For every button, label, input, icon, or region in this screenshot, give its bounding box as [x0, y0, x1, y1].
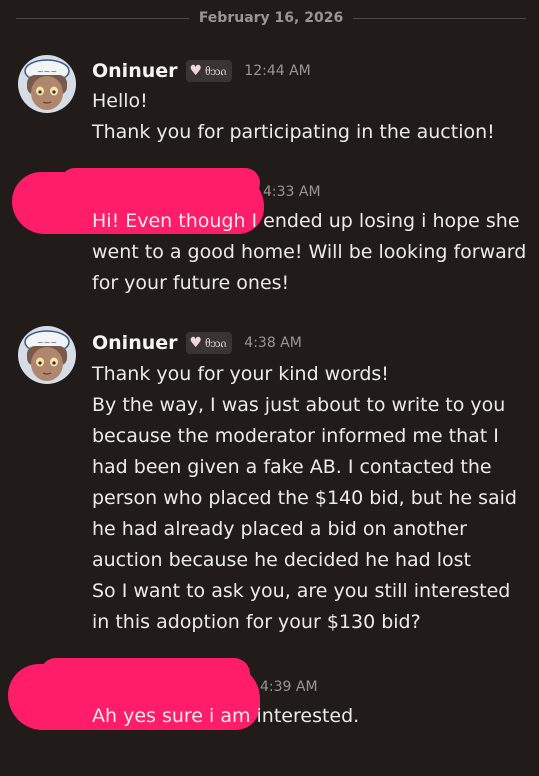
message-line: for your future ones! — [92, 272, 290, 294]
svg-text:~~~: ~~~ — [37, 338, 57, 347]
timestamp: 4:38 AM — [244, 335, 302, 351]
user-tag[interactable]: ♥ ᦲᦘᦵ — [185, 60, 233, 82]
timestamp: 12:44 AM — [244, 63, 311, 79]
message-line: By the way, I was just about to write to… — [92, 394, 506, 416]
message-body: Hello! Thank you for participating in th… — [92, 86, 495, 148]
message-line: Hi! Even though I ended up losing i hope… — [92, 210, 520, 232]
user-tag[interactable]: ♥ ᦲᦘᦵ — [185, 332, 233, 354]
divider-line-left — [16, 17, 189, 19]
avatar-image-icon: ~~~ — [18, 55, 76, 113]
message-line: Ah yes sure i am interested. — [92, 705, 360, 727]
redacted-author-blot — [60, 168, 260, 198]
avatar-image-icon: ~~~ — [18, 326, 76, 384]
heart-icon: ♥ — [189, 335, 203, 351]
svg-text:~~~: ~~~ — [37, 67, 57, 76]
message-line: Thank you for your kind words! — [92, 363, 389, 385]
message-header: Oninuer ♥ ᦲᦘᦵ 12:44 AM — [92, 60, 311, 82]
heart-icon: ♥ — [189, 63, 203, 79]
redacted-author-blot — [40, 658, 250, 690]
timestamp: 4:33 AM — [263, 184, 321, 200]
message-line: Hello! — [92, 90, 148, 112]
message-line: person who placed the $140 bid, but he s… — [92, 487, 517, 509]
timestamp: 4:39 AM — [260, 679, 318, 695]
message-line: auction because he decided he had lost — [92, 549, 471, 571]
user-tag-label: ᦲᦘᦵ — [205, 335, 227, 350]
date-divider: February 16, 2026 — [16, 9, 526, 27]
avatar[interactable]: ~~~ — [18, 55, 76, 113]
message-line: because the moderator informed me that I — [92, 425, 499, 447]
message-header: Oninuer ♥ ᦲᦘᦵ 4:38 AM — [92, 332, 302, 354]
message-body: Hi! Even though I ended up losing i hope… — [92, 206, 526, 299]
message-line: had been given a fake AB. I contacted th… — [92, 456, 492, 478]
divider-date: February 16, 2026 — [198, 10, 344, 26]
message-line: he had already placed a bid on another — [92, 518, 467, 540]
message-line: went to a good home! Will be looking for… — [92, 241, 527, 263]
username[interactable]: Oninuer — [92, 332, 178, 354]
message-line: in this adoption for your $130 bid? — [92, 611, 421, 633]
avatar[interactable]: ~~~ — [18, 326, 76, 384]
username[interactable]: Oninuer — [92, 60, 178, 82]
message-body: Ah yes sure i am interested. — [92, 701, 359, 732]
message-body: Thank you for your kind words! By the wa… — [92, 359, 517, 638]
message-line: Thank you for participating in the aucti… — [92, 121, 495, 143]
divider-line-right — [353, 17, 526, 19]
message-line: So I want to ask you, are you still inte… — [92, 580, 511, 602]
user-tag-label: ᦲᦘᦵ — [205, 63, 227, 78]
